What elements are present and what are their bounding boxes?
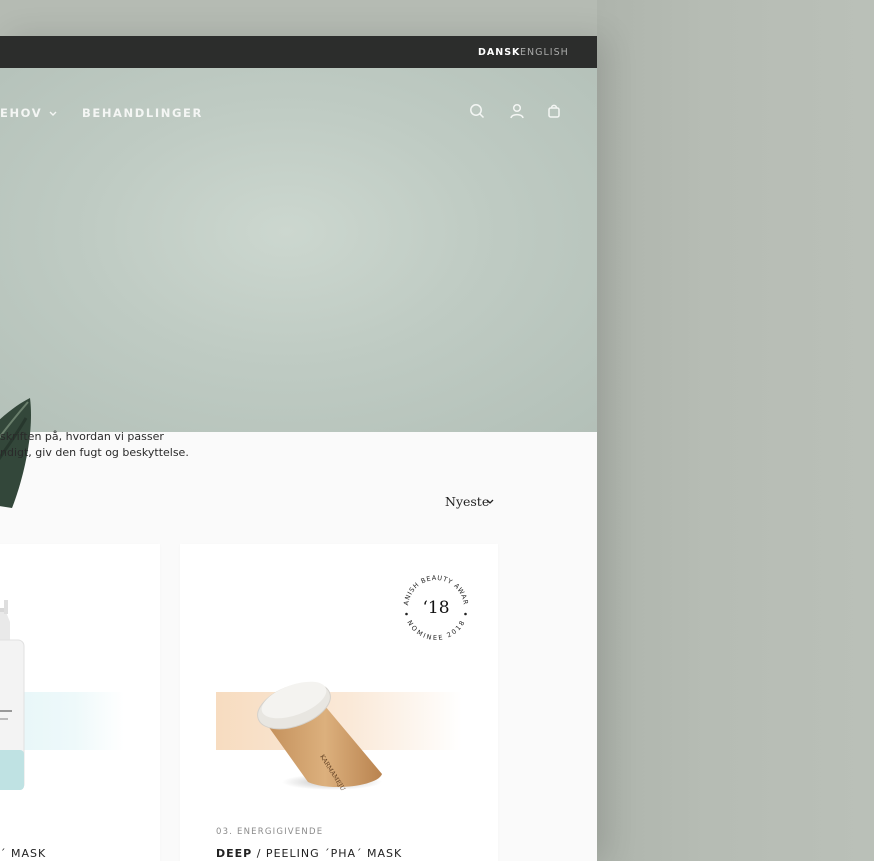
svg-text:NOMINEE 2018: NOMINEE 2018	[405, 619, 466, 642]
intro-line-1: skriften på, hvordan vi passer	[0, 430, 164, 443]
sort-dropdown[interactable]: Nyeste	[445, 494, 489, 509]
language-english-link[interactable]: ENGLISH	[520, 47, 569, 58]
account-icon[interactable]	[509, 103, 525, 119]
chevron-down-icon[interactable]	[486, 499, 494, 505]
product-name-bold: DEEP	[216, 847, 253, 860]
product-bottle-image	[0, 600, 25, 790]
product-brush-image: KARMAMEJU	[257, 681, 382, 792]
product-name[interactable]: DEEP / PEELING ´PHA´ MASK	[216, 847, 402, 860]
product-name-suffix: MASK	[11, 847, 47, 860]
nav-item-behandlinger[interactable]: BEHANDLINGER	[82, 106, 203, 120]
product-name[interactable]: ´ MASK	[0, 847, 46, 860]
website-page: DANSK ENGLISH EHOV BEHANDLINGER skriften…	[0, 36, 597, 861]
language-dansk-link[interactable]: DANSK	[478, 47, 520, 58]
intro-line-2: ndigt, giv den fugt og beskyttelse.	[0, 446, 189, 459]
intro-text: skriften på, hvordan vi passer ndigt, gi…	[0, 429, 189, 461]
award-year: ‘18	[422, 598, 449, 618]
nav-item-label: EHOV	[0, 106, 43, 120]
search-icon[interactable]	[469, 103, 485, 119]
award-badge-icon: DANISH BEAUTY AWARD NOMINEE 2018 ‘18	[398, 568, 469, 642]
background	[597, 0, 874, 861]
product-category: 03. ENERGIGIVENDE	[216, 827, 324, 837]
award-bottom-text: NOMINEE 2018	[405, 619, 466, 642]
product-name-rest: / PEELING ´PHA´ MASK	[252, 847, 403, 860]
nav-item-tilbehov[interactable]: EHOV	[0, 106, 57, 120]
bag-icon[interactable]	[547, 103, 561, 119]
hero-banner	[0, 68, 597, 508]
language-bar: DANSK ENGLISH	[0, 36, 597, 68]
chevron-down-icon	[49, 111, 57, 116]
